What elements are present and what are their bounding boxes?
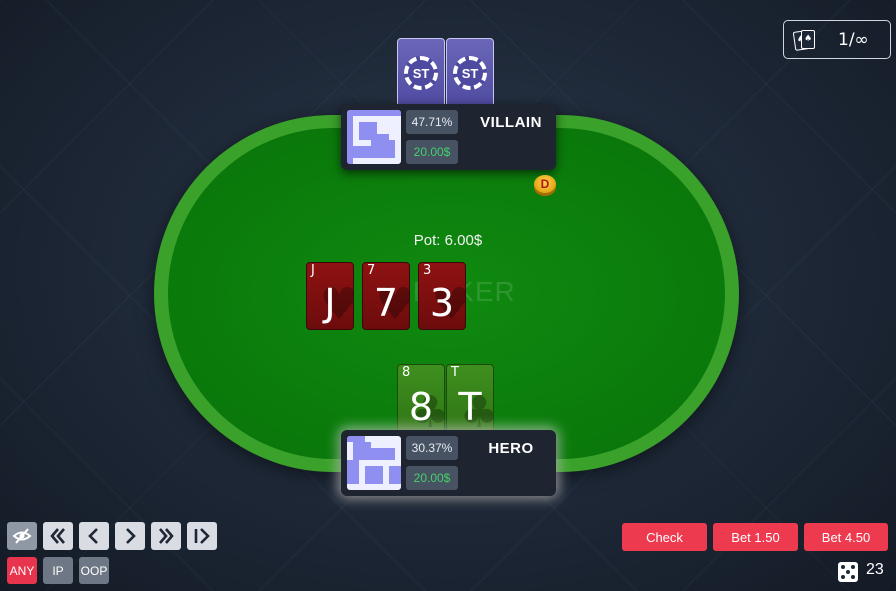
filter-ip-button[interactable]: IP [43,557,73,584]
step-forward-icon [126,528,136,544]
skip-to-end-button[interactable] [187,522,217,550]
pot-label: Pot: 6.00$ [413,232,483,249]
st-chip-logo: ST [453,56,487,90]
hand-counter[interactable]: ♠♠ 1/∞ [783,20,891,59]
villain-card-back: ST [397,38,445,110]
bet-large-button[interactable]: Bet 4.50 [804,523,888,551]
villain-panel[interactable]: 47.71% 20.00$ VILLAIN [341,104,556,170]
dealer-button: D [534,175,556,193]
hero-panel[interactable]: 30.37% 20.00$ HERO [341,430,556,496]
board-card: ♥ J J [306,262,354,330]
board-card: ♥ 3 3 [418,262,466,330]
hero-name: HERO [488,440,534,457]
card-rank: T [458,385,482,429]
villain-card-back: ST [446,38,494,110]
hero-hole-card: ♣ 8 8 [397,364,445,438]
rewind-icon [50,528,65,544]
hero-hole-card: ♣ T T [446,364,494,438]
villain-stack: 20.00$ [406,140,458,164]
bet-small-button[interactable]: Bet 1.50 [713,523,798,551]
skip-end-icon [194,528,210,544]
cards-icon: ♠♠ [792,28,818,52]
dice-icon[interactable] [838,562,858,582]
step-back-button[interactable] [79,522,109,550]
villain-avatar [347,110,401,164]
villain-name: VILLAIN [480,114,542,131]
fast-forward-button[interactable] [151,522,181,550]
st-chip-logo: ST [404,56,438,90]
eye-off-icon [12,528,32,544]
filter-oop-button[interactable]: OOP [79,557,109,584]
card-rank: 3 [429,281,455,325]
hero-stack: 20.00$ [406,466,458,490]
villain-equity: 47.71% [406,110,458,134]
dice-count: 23 [866,561,884,578]
card-rank: 8 [408,385,434,429]
check-button[interactable]: Check [622,523,707,551]
fast-forward-icon [159,528,174,544]
card-rank: 7 [373,281,399,325]
step-forward-button[interactable] [115,522,145,550]
step-back-icon [88,528,98,544]
rewind-button[interactable] [43,522,73,550]
board-card: ♥ 7 7 [362,262,410,330]
card-rank: J [324,281,336,325]
hero-avatar [347,436,401,490]
hero-equity: 30.37% [406,436,458,460]
hand-count: 1/∞ [838,29,869,50]
hide-cards-button[interactable] [7,522,37,550]
filter-any-button[interactable]: ANY [7,557,37,584]
